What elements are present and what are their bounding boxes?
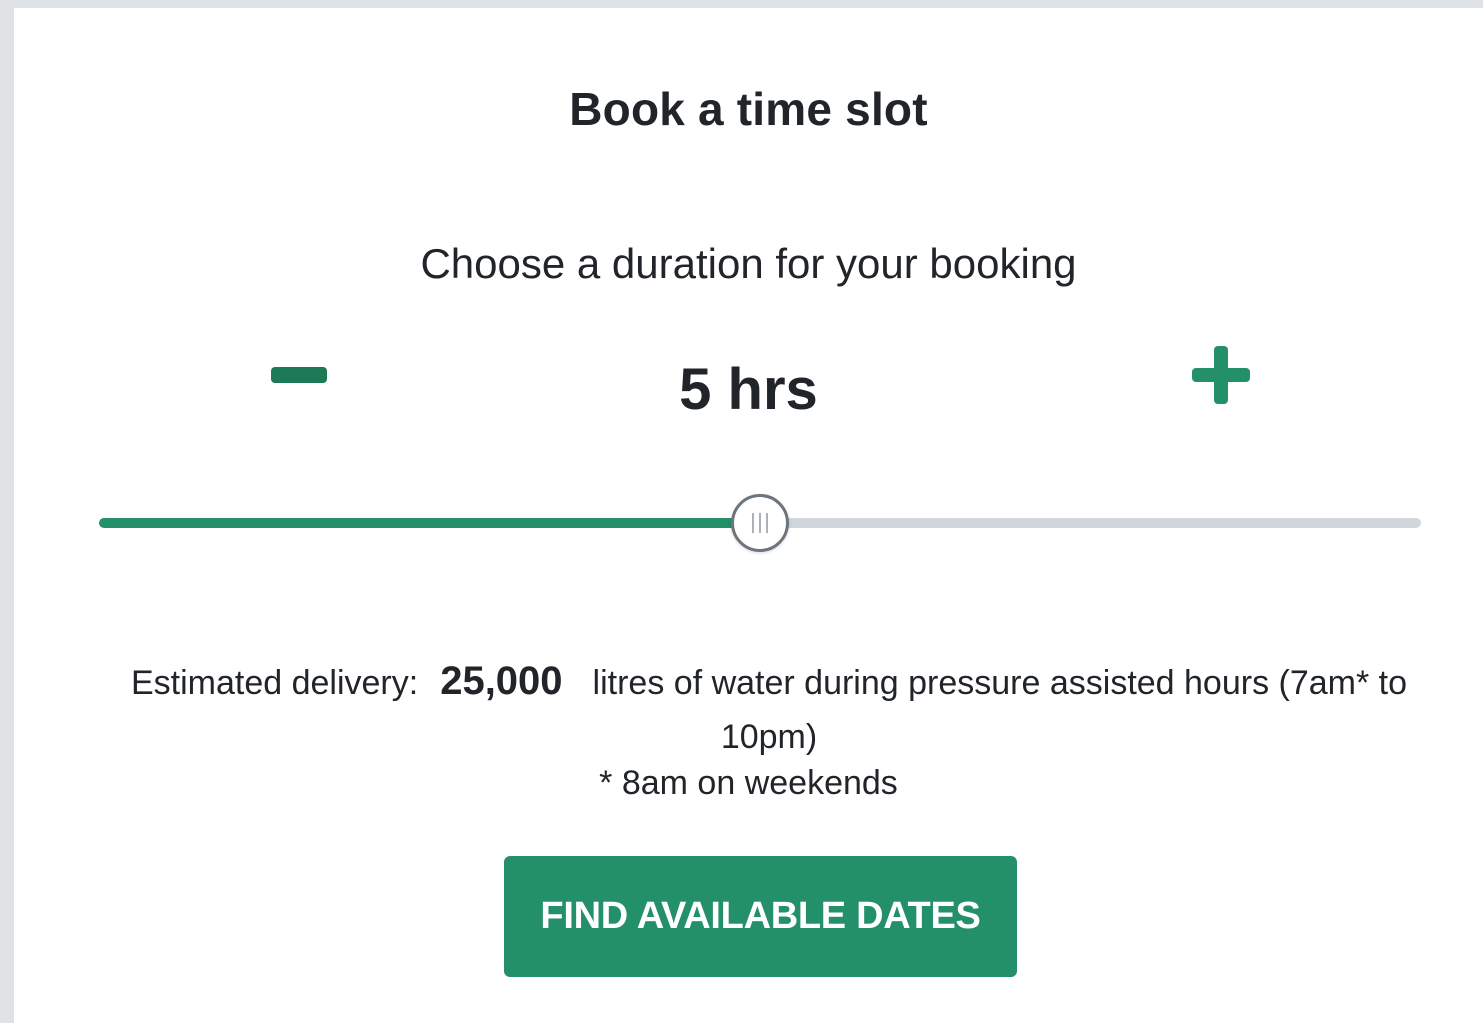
slider-thumb[interactable]	[731, 494, 789, 552]
plus-icon	[1192, 345, 1250, 407]
booking-card: Book a time slot Choose a duration for y…	[14, 8, 1483, 1023]
duration-slider[interactable]	[99, 488, 1421, 558]
delivery-amount: 25,000	[440, 659, 563, 703]
estimated-delivery: Estimated delivery: 25,000 litres of water…	[99, 654, 1439, 764]
slider-fill	[99, 518, 760, 528]
weekend-footnote: * 8am on weekends	[599, 764, 898, 802]
delivery-suffix: litres of water during pressure assisted…	[592, 664, 1408, 756]
delivery-prefix: Estimated delivery:	[130, 664, 419, 702]
duration-value: 5 hrs	[679, 357, 818, 422]
find-available-dates-button[interactable]: FIND AVAILABLE DATES	[504, 856, 1017, 977]
increase-duration-button[interactable]	[1181, 336, 1261, 416]
page-title: Book a time slot	[569, 83, 928, 135]
duration-prompt: Choose a duration for your booking	[420, 240, 1077, 287]
grip-icon	[752, 513, 768, 533]
